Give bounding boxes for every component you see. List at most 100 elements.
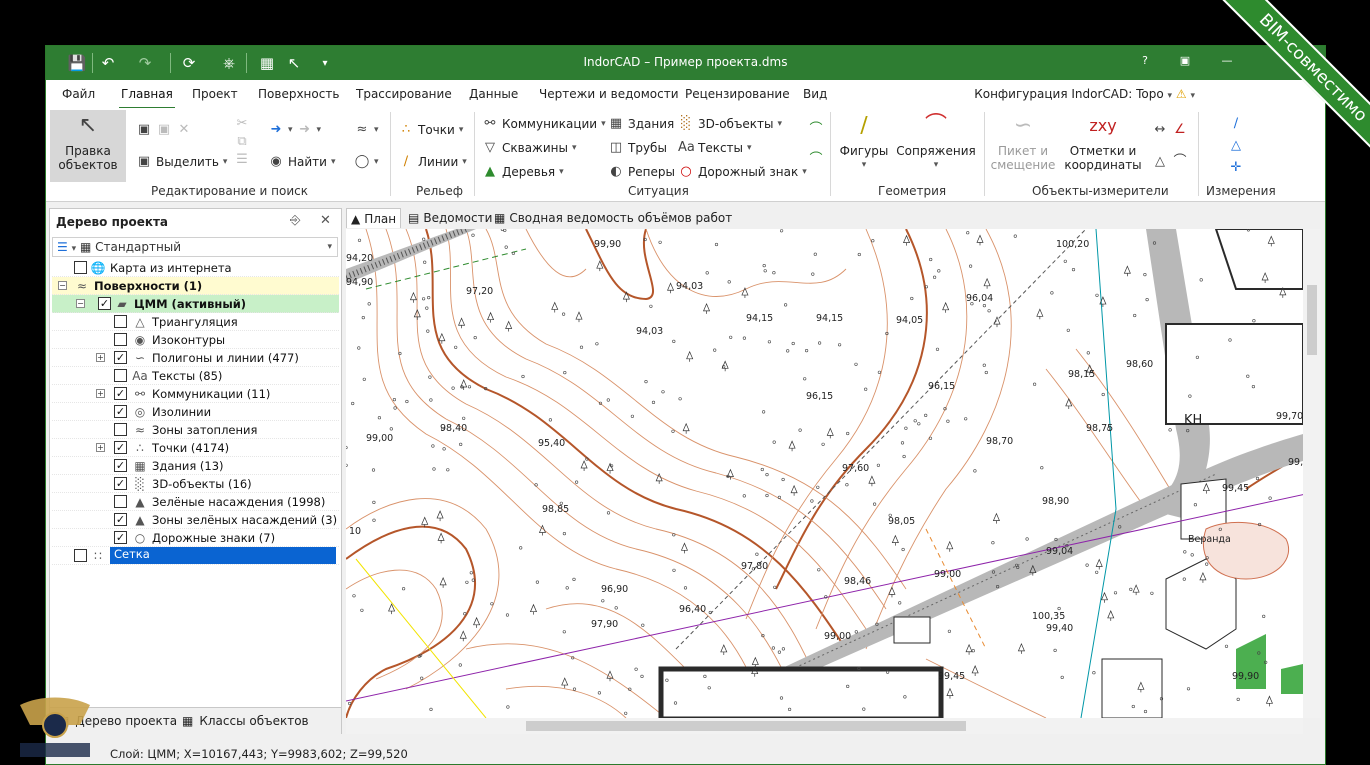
plan-view[interactable]: 94,20 94,90 97,20 99,90 94,03 94,15 94,15 94,05… bbox=[346, 229, 1303, 718]
tree-checkbox[interactable]: ✓ bbox=[98, 297, 111, 310]
tree-row-flood-zones[interactable]: ≈ Зоны затопления bbox=[52, 421, 339, 439]
vertical-scrollbar[interactable] bbox=[1303, 229, 1321, 718]
benchmarks-button[interactable]: ◐ Реперы bbox=[608, 164, 675, 180]
tree-row-green-plantings[interactable]: ▲ Зелёные насаждения (1998) bbox=[52, 493, 339, 511]
horizontal-scrollbar[interactable] bbox=[346, 718, 1303, 734]
lines-button[interactable]: ∕ Линии ▾ bbox=[398, 154, 467, 170]
find-button[interactable]: ◉ Найти ▾ bbox=[268, 154, 335, 170]
wells-button[interactable]: ▽ Скважины ▾ bbox=[482, 140, 577, 156]
config-selector[interactable]: Конфигурация IndorCAD: Topo ▾ ⚠ ▾ bbox=[974, 87, 1195, 101]
help-icon[interactable]: ? bbox=[1136, 54, 1154, 72]
tree-icon bbox=[682, 422, 690, 434]
tree-row-surfaces[interactable]: − ≈ Поверхности (1) bbox=[52, 277, 339, 295]
clipboard-icons[interactable]: ✂ ⧉ ☰ bbox=[234, 116, 250, 168]
tree-checkbox[interactable]: ✓ bbox=[114, 441, 127, 454]
communications-button[interactable]: ⚯ Коммуникации ▾ bbox=[482, 116, 606, 132]
buildings-button[interactable]: ▦ Здания bbox=[608, 116, 674, 132]
edit-objects-button[interactable]: ↖ Правка объектов bbox=[50, 110, 126, 182]
situation-extra1[interactable]: ⌒ bbox=[808, 122, 824, 138]
tree-row-3d-objects[interactable]: ✓ ░ 3D-объекты (16) bbox=[52, 475, 339, 493]
tree-row-dtm-active[interactable]: − ✓ ▰ ЦММ (активный) bbox=[52, 295, 339, 313]
tab-view[interactable]: Вид bbox=[803, 87, 827, 101]
vertical-scroll-thumb[interactable] bbox=[1307, 285, 1317, 355]
tree-checkbox[interactable] bbox=[74, 549, 87, 562]
tree-row-green-zones[interactable]: ✓ ▲ Зоны зелёных насаждений (3) bbox=[52, 511, 339, 529]
tree-row-isocontours[interactable]: ◉ Изоконтуры bbox=[52, 331, 339, 349]
points-button[interactable]: ∴ Точки ▾ bbox=[398, 122, 463, 138]
move-icons[interactable]: ➜ ▾ ➜ ▾ bbox=[268, 122, 322, 138]
survey-point bbox=[360, 608, 364, 612]
trees-button[interactable]: ▲ Деревья ▾ bbox=[482, 164, 564, 180]
tree-checkbox[interactable] bbox=[114, 495, 127, 508]
horizontal-scroll-thumb[interactable] bbox=[526, 721, 966, 731]
tree-row-buildings[interactable]: ✓ ▦ Здания (13) bbox=[52, 457, 339, 475]
tab-project[interactable]: Проект bbox=[192, 87, 238, 101]
measurements-tools[interactable]: ∕ △ ✛ bbox=[1228, 116, 1244, 176]
tree-row-label: Изолинии bbox=[152, 405, 212, 419]
doc-tab-summary[interactable]: ▦ Сводная ведомость объёмов работ bbox=[490, 208, 736, 228]
3d-objects-button[interactable]: ░ 3D-объекты ▾ bbox=[678, 116, 782, 132]
tree-row-texts[interactable]: Aa Тексты (85) bbox=[52, 367, 339, 385]
tree-checkbox[interactable] bbox=[114, 315, 127, 328]
tree-checkbox[interactable] bbox=[114, 369, 127, 382]
tree-checkbox[interactable]: ✓ bbox=[114, 477, 127, 490]
pin-icon[interactable]: ⎆ bbox=[290, 213, 300, 228]
road-sign-button[interactable]: ○ Дорожный знак ▾ bbox=[678, 164, 806, 180]
tree-checkbox[interactable]: ✓ bbox=[114, 351, 127, 364]
plan-canvas[interactable]: 94,20 94,90 97,20 99,90 94,03 94,15 94,15 94,05… bbox=[346, 229, 1303, 718]
tree-checkbox[interactable] bbox=[114, 423, 127, 436]
figures-button[interactable]: ∕ Фигуры ▾ bbox=[838, 110, 890, 172]
tab-review[interactable]: Рецензирование bbox=[685, 87, 790, 101]
tab-drawings[interactable]: Чертежи и ведомости bbox=[539, 87, 679, 101]
view-mode-combo[interactable]: ☰ ▾ ▦ Стандартный ▾ bbox=[52, 237, 338, 257]
tab-data[interactable]: Данные bbox=[469, 87, 518, 101]
tree-row-isolines[interactable]: ✓ ◎ Изолинии bbox=[52, 403, 339, 421]
tree-checkbox[interactable]: ✓ bbox=[114, 459, 127, 472]
expand-icon[interactable]: + bbox=[96, 443, 105, 452]
tab-surface[interactable]: Поверхность bbox=[258, 87, 339, 101]
tree-checkbox[interactable]: ✓ bbox=[114, 513, 127, 526]
select-button[interactable]: ▣ Выделить ▾ bbox=[136, 154, 228, 170]
tree-row-label: Поверхности (1) bbox=[94, 279, 203, 293]
tree-row-road-signs[interactable]: ✓ ○ Дорожные знаки (7) bbox=[52, 529, 339, 547]
tree-row-grid[interactable]: ∷ Сетка bbox=[52, 547, 339, 565]
measure-tool2[interactable]: △ ⌒ bbox=[1152, 154, 1188, 170]
doc-tab-plan[interactable]: ▲ План bbox=[346, 208, 402, 228]
minimize-icon[interactable]: — bbox=[1218, 54, 1236, 72]
select-group-icons[interactable]: ▣ ▣ ✕ bbox=[136, 122, 192, 138]
tree-checkbox[interactable] bbox=[114, 333, 127, 346]
marks-coords-button[interactable]: zxy Отметки и координаты bbox=[1064, 110, 1141, 172]
survey-point bbox=[1086, 351, 1090, 355]
tab-home[interactable]: Главная bbox=[119, 87, 175, 109]
tree-checkbox[interactable] bbox=[74, 261, 87, 274]
tree-row-internet-map[interactable]: 🌐 Карта из интернета bbox=[52, 259, 339, 277]
collapse-icon[interactable]: − bbox=[76, 299, 85, 308]
tab-file[interactable]: Файл bbox=[62, 87, 95, 101]
mode-icon: ▦ bbox=[79, 240, 92, 254]
doc-tab-statements[interactable]: ▤ Ведомости bbox=[404, 208, 496, 228]
tab-tracing[interactable]: Трассирование bbox=[356, 87, 452, 101]
tree-checkbox[interactable]: ✓ bbox=[114, 405, 127, 418]
fullscreen-icon[interactable]: ▣ bbox=[1176, 54, 1194, 72]
expand-icon[interactable]: + bbox=[96, 353, 105, 362]
measure-tool1[interactable]: ↔ ∠ bbox=[1152, 122, 1188, 138]
expand-icon[interactable]: + bbox=[96, 389, 105, 398]
situation-extra2[interactable]: ⌒ bbox=[808, 152, 824, 168]
tree-row-polygons-lines[interactable]: + ✓ ∽ Полигоны и линии (477) bbox=[52, 349, 339, 367]
transform-icons[interactable]: ≈ ▾ bbox=[354, 122, 379, 138]
transform2-icons[interactable]: ◯ ▾ bbox=[354, 154, 379, 170]
tree-row-label: Полигоны и линии (477) bbox=[152, 351, 299, 365]
tab-object-classes[interactable]: ▦ Классы объектов bbox=[182, 714, 309, 728]
tree-checkbox[interactable]: ✓ bbox=[114, 531, 127, 544]
picket-offset-button[interactable]: ∽ Пикет и смещение bbox=[990, 110, 1056, 172]
close-icon[interactable]: ✕ bbox=[320, 213, 331, 228]
tree-row-communications[interactable]: + ✓ ⚯ Коммуникации (11) bbox=[52, 385, 339, 403]
tree-row-triangulation[interactable]: △ Триангуляция bbox=[52, 313, 339, 331]
fillets-button[interactable]: ⌒ Сопряжения ▾ bbox=[896, 110, 975, 172]
texts-button[interactable]: Aa Тексты ▾ bbox=[678, 140, 752, 156]
pipes-button[interactable]: ◫ Трубы bbox=[608, 140, 667, 156]
collapse-icon[interactable]: − bbox=[58, 281, 67, 290]
tree-checkbox[interactable]: ✓ bbox=[114, 387, 127, 400]
survey-point bbox=[781, 647, 786, 651]
tree-row-points[interactable]: + ✓ ∴ Точки (4174) bbox=[52, 439, 339, 457]
